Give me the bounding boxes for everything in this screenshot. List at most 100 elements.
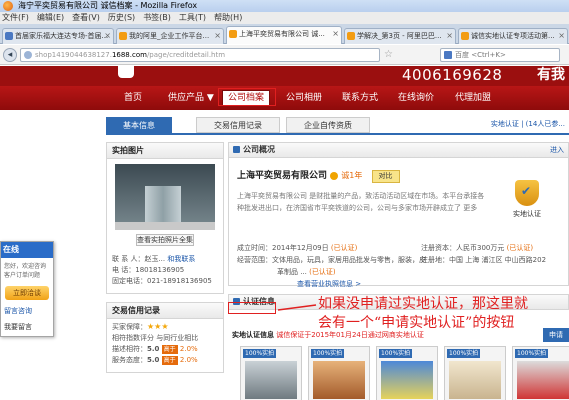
shield-icon [515, 180, 539, 206]
menu-history[interactable]: 历史(S) [108, 12, 135, 24]
company-description: 上海平奕贸易有限公司 是财批量的产品，致活动活动区域在市场。本平台承接各种批发进… [237, 190, 487, 214]
cert-thumb[interactable]: 100%实拍 [376, 346, 438, 400]
tab-trade-credit[interactable]: 交易信用记录 [196, 117, 280, 133]
address-bar[interactable]: shop1419044638127.1688.com/page/creditde… [20, 48, 380, 62]
desc-compare-badge: 高于 [161, 345, 178, 354]
tab-favicon [461, 32, 469, 40]
onsite-cert-badge[interactable]: 实地认证 [507, 180, 547, 219]
photo-building-door [145, 186, 181, 226]
close-icon[interactable]: × [214, 29, 221, 43]
reply-link[interactable]: 我要留言 [1, 316, 53, 332]
menu-file[interactable]: 文件(F) [2, 12, 29, 24]
cert-thumb-image [517, 361, 569, 399]
close-icon[interactable]: × [332, 27, 339, 41]
annotation-line-1: 如果没申请过实地认证，那这里就 [318, 296, 528, 312]
browser-tab-4[interactable]: 学解决_第3页 - 阿里巴巴... × [344, 28, 456, 44]
fixed-phone-label: 固定电话： [112, 277, 147, 285]
nav-contact[interactable]: 联系方式 [342, 86, 378, 110]
service-score: 5.0 [147, 356, 160, 364]
talk-link[interactable]: 和我联系 [167, 255, 195, 263]
nav-agency[interactable]: 代理加盟 [455, 86, 491, 110]
company-details: 成立时间：2014年12月09日 (已认证) 注册资本：人民币300万元 (已认… [237, 242, 567, 290]
back-icon[interactable]: ◂ [3, 48, 17, 62]
overview-body: 上海平奕贸易有限公司 诚1年 对比 上海平奕贸易有限公司 是财批量的产品，致活动… [228, 158, 569, 288]
browser-tab-5[interactable]: 诚信实地认证专项活动第... × [458, 28, 568, 44]
search-placeholder: 百度 <Ctrl+K> [455, 51, 506, 59]
browser-tab-3-active[interactable]: 上海平奕贸易有限公司 诚... × [226, 26, 342, 44]
cert-thumb[interactable]: 100%实拍 [444, 346, 506, 400]
globe-icon [24, 51, 32, 59]
trade-credit-box: 交易信用记录 买家保障：★★★ 相符指数评分 与同行业相比 描述相符：5.0 高… [106, 302, 224, 373]
subtabs-right-link[interactable]: 实地认证 | (14人已参... [491, 119, 565, 129]
desc-compare-value: 2.0% [179, 345, 198, 353]
license-info-link[interactable]: 查看营业执照信息 > [237, 280, 361, 288]
company-name[interactable]: 上海平奕贸易有限公司 [237, 171, 327, 181]
cert-thumb[interactable]: 100%实拍 [240, 346, 302, 400]
detail-row: 成立时间：2014年12月09日 (已认证) 注册资本：人民币300万元 (已认… [237, 242, 567, 254]
desc-score: 5.0 [147, 345, 160, 353]
service-score-label: 服务态度： [112, 356, 147, 364]
cert-thumb-image [313, 361, 365, 399]
tab-favicon [5, 32, 13, 40]
shop-logo [118, 66, 134, 78]
cert-thumb-image [245, 361, 297, 399]
trade-credit-title: 交易信用记录 [107, 303, 223, 319]
photo-steps [115, 222, 215, 230]
overview-more-link[interactable]: 进入 [550, 143, 564, 157]
highlight-box-cert [228, 302, 276, 314]
detail-row: 革制品 ... (已认证) [237, 266, 567, 278]
highlight-box-profile [218, 88, 276, 106]
company-photo[interactable] [115, 164, 215, 230]
annotation-line-2: 会有一个“申请实地认证”的按钮 [318, 315, 515, 331]
tab-basic-info[interactable]: 基本信息 [106, 117, 172, 133]
contact-name: 赵玉... [144, 255, 166, 263]
tab-strip: 首届家乐福大连达专场-首届... × 我的阿里_企业工作平台... × 上海平奕… [0, 24, 569, 44]
onsite-cert-label: 实地认证 [513, 210, 541, 218]
nav-company-album[interactable]: 公司相册 [286, 86, 322, 110]
view-all-photos-button[interactable]: 查看实拍照片全集 [136, 234, 194, 246]
browser-tab-1[interactable]: 首届家乐福大连达专场-首届... × [2, 28, 114, 44]
address-path: /page/creditdetail.htm [146, 51, 226, 59]
chat-now-button[interactable]: 立即洽谈 [5, 286, 49, 300]
rating-stars-icon: ★★★ [147, 322, 169, 331]
address-domain: 1688.com [111, 51, 147, 59]
compare-button[interactable]: 对比 [371, 170, 400, 183]
menu-edit[interactable]: 编辑(E) [37, 12, 64, 24]
desc-match-label: 相符指数评分 [112, 334, 154, 342]
search-input[interactable]: 百度 <Ctrl+K> [440, 48, 560, 62]
cert-thumb[interactable]: 100%实拍 [308, 346, 370, 400]
shop-main-nav: 首页 供应产品 ▼ 公司档案 公司相册 联系方式 在线询价 代理加盟 [0, 86, 569, 110]
verified-tag: (已认证) [330, 244, 358, 252]
tab-favicon [119, 32, 127, 40]
tab-favicon [229, 30, 237, 38]
apply-button[interactable]: 申请 [543, 328, 569, 342]
nav-products[interactable]: 供应产品 ▼ [168, 86, 214, 110]
photo-box-title: 实拍图片 [107, 143, 223, 159]
phone-label: 电 话： [112, 266, 136, 274]
nav-inquiry[interactable]: 在线询价 [398, 86, 434, 110]
tab-qualifications[interactable]: 企业自传资质 [286, 117, 370, 133]
firefox-icon [3, 1, 13, 11]
menu-view[interactable]: 查看(V) [72, 12, 100, 24]
leave-message-link[interactable]: 留言咨询 [1, 302, 53, 316]
browser-tab-2[interactable]: 我的阿里_企业工作平台... × [116, 28, 224, 44]
close-icon[interactable]: × [558, 29, 565, 43]
contact-info: 联 系 人：赵玉... 和我联系 电 话：18018136905 固定电话：02… [107, 252, 223, 293]
real-photo-tag: 100%实拍 [311, 349, 345, 358]
scope-label: 经营范围： [237, 256, 272, 264]
menu-tools[interactable]: 工具(T) [179, 12, 206, 24]
address-label: 注册地： [421, 256, 449, 264]
close-icon[interactable]: × [104, 29, 111, 43]
menu-bookmarks[interactable]: 书签(B) [143, 12, 171, 24]
navigation-bar: ◂ shop1419044638127.1688.com/page/credit… [0, 45, 569, 65]
nav-home[interactable]: 首页 [124, 86, 142, 110]
banner-slogan: 有我 [537, 67, 565, 83]
star-icon[interactable]: ☆ [384, 48, 393, 62]
menu-help[interactable]: 帮助(H) [214, 12, 242, 24]
overview-header: 公司概况 进入 [228, 142, 569, 158]
desc-score-label: 描述相符： [112, 345, 147, 353]
cert-thumb[interactable]: 100%实拍 [512, 346, 569, 400]
phone-value: 18018136905 [135, 266, 185, 274]
consult-title: 在线 [1, 242, 53, 258]
close-icon[interactable]: × [446, 29, 453, 43]
